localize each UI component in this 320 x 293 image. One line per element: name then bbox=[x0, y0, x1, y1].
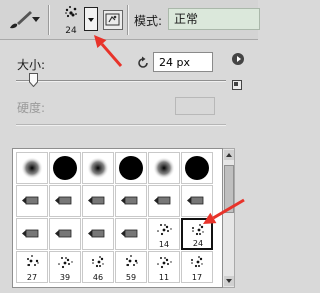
brush-preset[interactable] bbox=[82, 185, 114, 217]
brush-preset[interactable]: 27 bbox=[16, 251, 48, 283]
mode-label: 模式: bbox=[134, 14, 163, 28]
separator bbox=[127, 5, 129, 35]
brush-size-label: 27 bbox=[26, 273, 38, 282]
brush-panel-icon bbox=[105, 13, 120, 26]
brush-size-label: 24 bbox=[192, 239, 204, 248]
mode-select[interactable]: 正常 bbox=[168, 8, 260, 30]
chevron-down-icon bbox=[88, 18, 94, 22]
tool-tip-brush-icon bbox=[88, 229, 105, 238]
brush-size-label: 17 bbox=[191, 273, 203, 282]
brush-preset[interactable] bbox=[115, 218, 147, 250]
size-slider-thumb[interactable] bbox=[28, 73, 38, 87]
brush-preset[interactable] bbox=[82, 152, 114, 184]
brush-preset[interactable] bbox=[148, 152, 180, 184]
hard-round-brush-icon bbox=[53, 156, 77, 180]
brush-size-number: 24 bbox=[65, 26, 77, 36]
tool-tip-brush-icon bbox=[55, 196, 72, 205]
toggle-brush-panel-button[interactable] bbox=[103, 10, 123, 30]
brush-preset[interactable] bbox=[181, 152, 213, 184]
flyout-menu-icon[interactable] bbox=[232, 53, 244, 65]
tool-tip-brush-icon bbox=[22, 196, 39, 205]
new-preset-icon[interactable] bbox=[232, 80, 242, 90]
size-label: 大小: bbox=[17, 58, 46, 72]
options-bar: 24 模式: 正常 bbox=[0, 0, 260, 40]
scroll-up-icon[interactable] bbox=[224, 150, 234, 160]
brush-size-label: 14 bbox=[158, 240, 170, 249]
brush-preset[interactable] bbox=[49, 185, 81, 217]
brush-preset[interactable] bbox=[16, 185, 48, 217]
soft-round-brush-icon bbox=[21, 157, 43, 179]
brush-preset[interactable] bbox=[115, 152, 147, 184]
brush-preset[interactable] bbox=[181, 185, 213, 217]
brush-preset[interactable] bbox=[115, 185, 147, 217]
brush-preset[interactable]: 59 bbox=[115, 251, 147, 283]
soft-round-brush-icon bbox=[87, 157, 109, 179]
size-input[interactable] bbox=[153, 52, 213, 72]
scroll-thumb[interactable] bbox=[224, 165, 234, 213]
scroll-down-icon[interactable] bbox=[224, 276, 234, 286]
tool-tip-brush-icon bbox=[121, 229, 138, 238]
preset-scrollbar[interactable] bbox=[223, 148, 235, 288]
hard-round-brush-icon bbox=[119, 156, 143, 180]
brush-size-label: 46 bbox=[92, 273, 104, 282]
hardness-input bbox=[175, 97, 215, 115]
scatter-brush-icon bbox=[65, 6, 77, 18]
tool-tip-brush-icon bbox=[55, 229, 72, 238]
brush-preset[interactable]: 46 bbox=[82, 251, 114, 283]
brush-preset-preview[interactable]: 24 bbox=[60, 4, 82, 36]
brush-picker-button[interactable] bbox=[84, 7, 98, 31]
reset-size-icon[interactable] bbox=[136, 56, 150, 70]
brush-preset[interactable]: 39 bbox=[49, 251, 81, 283]
brush-preset[interactable] bbox=[49, 218, 81, 250]
separator bbox=[48, 5, 50, 35]
tool-tip-brush-icon bbox=[154, 196, 171, 205]
tool-tip-brush-icon bbox=[22, 229, 39, 238]
hard-round-brush-icon bbox=[185, 156, 209, 180]
brush-icon bbox=[10, 11, 32, 29]
brush-preset[interactable]: 14 bbox=[148, 218, 180, 250]
brush-preset[interactable] bbox=[49, 152, 81, 184]
brush-size-label: 11 bbox=[158, 273, 170, 282]
brush-preset[interactable]: 17 bbox=[181, 251, 213, 283]
tool-preset-picker[interactable] bbox=[4, 6, 42, 34]
brush-preset-selected[interactable]: 24 bbox=[181, 218, 213, 250]
tool-tip-brush-icon bbox=[88, 196, 105, 205]
brush-preset[interactable] bbox=[82, 218, 114, 250]
brush-size-label: 59 bbox=[125, 273, 137, 282]
soft-round-brush-icon bbox=[153, 157, 175, 179]
tool-tip-brush-icon bbox=[121, 196, 138, 205]
brush-preset[interactable]: 11 bbox=[148, 251, 180, 283]
size-slider-track[interactable] bbox=[16, 80, 226, 82]
tool-tip-brush-icon bbox=[187, 196, 204, 205]
hardness-label: 硬度: bbox=[17, 101, 46, 115]
brush-preset[interactable] bbox=[16, 218, 48, 250]
brush-preset[interactable] bbox=[148, 185, 180, 217]
hardness-slider-track bbox=[16, 124, 226, 126]
brush-size-label: 39 bbox=[59, 273, 71, 282]
tool-dropdown-arrow-icon bbox=[32, 17, 40, 22]
brush-preset[interactable] bbox=[16, 152, 48, 184]
brush-preset-grid: 14 24 27 39 46 59 11 17 bbox=[12, 148, 223, 288]
